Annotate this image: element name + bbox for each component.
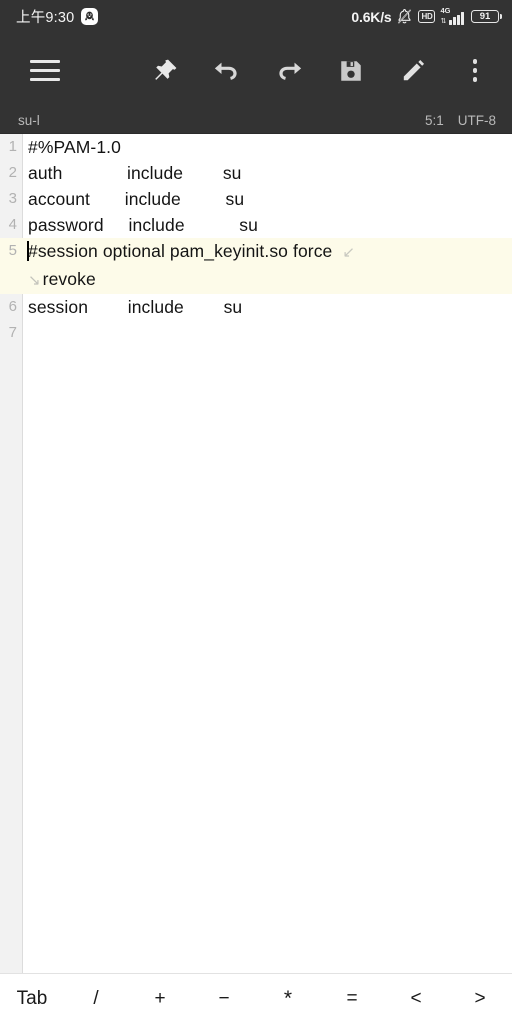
text-editor-app: 上午9:30 0.6K/s HD 4G ⇅ 91 su-l 5:1 UTF-8 … <box>0 0 512 1024</box>
line-segment-wrapped: ↘ revoke <box>28 266 512 294</box>
editor-line[interactable]: 6 session include su <box>0 294 512 320</box>
qq-penguin-icon <box>81 8 99 25</box>
save-button[interactable] <box>328 48 374 94</box>
minus-key[interactable]: − <box>192 974 256 1024</box>
status-bar-right: 0.6K/s HD 4G ⇅ 91 <box>351 5 502 25</box>
line-number: 2 <box>8 164 17 181</box>
line-text-primary: #session optional pam_keyinit.so force <box>28 241 333 261</box>
line-text[interactable]: #session optional pam_keyinit.so force ↙ … <box>22 238 512 294</box>
asterisk-key[interactable]: * <box>256 974 320 1024</box>
tab-key[interactable]: Tab <box>0 974 64 1024</box>
app-toolbar <box>0 33 512 108</box>
editor-line[interactable]: 2 auth include su <box>0 160 512 186</box>
editor-line[interactable]: 7 <box>0 320 512 346</box>
menu-button[interactable] <box>22 48 68 94</box>
signal-bars-icon: 4G ⇅ <box>440 5 464 25</box>
pencil-edit-icon <box>400 57 427 84</box>
undo-icon <box>212 56 242 86</box>
data-arrows-icon: ⇅ <box>440 17 447 25</box>
overflow-menu-button[interactable] <box>452 48 498 94</box>
network-type-label: 4G <box>440 5 451 15</box>
info-bar-right: 5:1 UTF-8 <box>425 113 496 128</box>
line-number: 1 <box>8 138 17 155</box>
line-text-continued: revoke <box>42 269 96 289</box>
editor-line-active[interactable]: 5 #session optional pam_keyinit.so force… <box>0 238 512 294</box>
edit-button[interactable] <box>390 48 436 94</box>
line-number: 5 <box>8 242 17 259</box>
plus-key[interactable]: + <box>128 974 192 1024</box>
less-than-key[interactable]: < <box>384 974 448 1024</box>
line-text[interactable]: #%PAM-1.0 <box>22 134 512 160</box>
battery-body: 91 <box>471 10 499 23</box>
redo-icon <box>274 56 304 86</box>
line-text[interactable]: auth include su <box>22 160 512 186</box>
status-bar-left: 上午9:30 <box>16 6 99 27</box>
more-vertical-icon <box>472 59 478 82</box>
line-number: 3 <box>8 190 17 207</box>
cursor-position-label: 5:1 <box>424 113 444 128</box>
pin-icon <box>151 57 179 85</box>
text-editor-area[interactable]: 1 #%PAM-1.0 2 auth include su 3 account … <box>0 134 512 973</box>
line-segment-first: #session optional pam_keyinit.so force ↙ <box>27 238 512 266</box>
encoding-label: UTF-8 <box>457 113 496 128</box>
editor-line[interactable]: 3 account include su <box>0 186 512 212</box>
pin-button[interactable] <box>142 48 188 94</box>
line-number: 7 <box>8 324 17 341</box>
slash-key[interactable]: / <box>64 974 128 1024</box>
line-number: 6 <box>8 298 17 315</box>
battery-cap <box>500 14 502 19</box>
battery-level-text: 91 <box>479 10 491 22</box>
wrap-end-marker-icon: ↙ <box>342 244 356 261</box>
text-caret <box>27 241 29 261</box>
hd-badge-icon: HD <box>418 9 436 24</box>
system-clock: 上午9:30 <box>16 10 75 26</box>
signal-strength-bars <box>449 12 464 25</box>
editor-line[interactable]: 4 password include su <box>0 212 512 238</box>
undo-button[interactable] <box>204 48 250 94</box>
document-info-bar: su-l 5:1 UTF-8 <box>0 108 512 134</box>
line-number: 4 <box>8 216 17 233</box>
equals-key[interactable]: = <box>320 974 384 1024</box>
battery-indicator: 91 <box>471 10 502 23</box>
editor-lines: 1 #%PAM-1.0 2 auth include su 3 account … <box>0 134 512 973</box>
line-text[interactable]: account include su <box>22 186 512 212</box>
wrap-continue-marker-icon: ↘ <box>28 272 41 289</box>
bell-muted-icon <box>396 8 413 25</box>
symbol-key-bar: Tab / + − * = < > <box>0 973 512 1024</box>
editor-line[interactable]: 1 #%PAM-1.0 <box>0 134 512 160</box>
line-text[interactable]: password include su <box>22 212 512 238</box>
floppy-disk-save-icon <box>338 58 364 84</box>
greater-than-key[interactable]: > <box>448 974 512 1024</box>
filename-label: su-l <box>18 113 40 128</box>
system-status-bar: 上午9:30 0.6K/s HD 4G ⇅ 91 <box>0 0 512 33</box>
redo-button[interactable] <box>266 48 312 94</box>
line-text[interactable]: session include su <box>22 294 512 320</box>
network-speed-text: 0.6K/s <box>351 8 392 25</box>
hamburger-menu-icon <box>30 60 60 81</box>
